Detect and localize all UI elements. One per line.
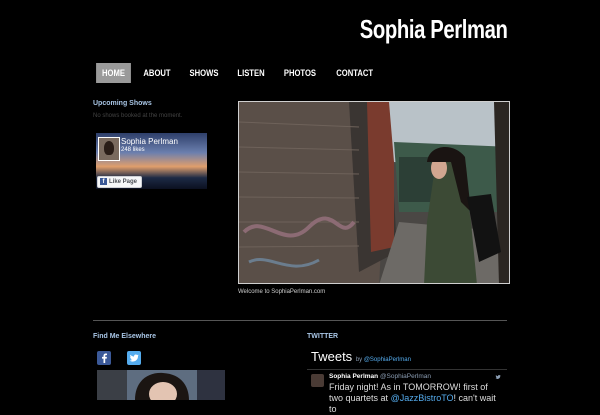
find-me-elsewhere-heading: Find Me Elsewhere — [93, 333, 157, 340]
facebook-avatar[interactable] — [98, 137, 120, 161]
tweets-widget-title: Tweets by @SophiaPerlman — [311, 349, 411, 364]
twitter-bird-icon[interactable] — [494, 373, 502, 381]
no-shows-text: No shows booked at the moment. — [93, 113, 183, 119]
tweets-by-handle[interactable]: @SophiaPerlman — [364, 357, 411, 363]
tweet-author-name[interactable]: Sophia Perlman — [329, 373, 378, 380]
hero-caption: Welcome to SophiaPerlman.com — [238, 289, 326, 295]
facebook-icon[interactable] — [97, 351, 111, 365]
hero-photo — [239, 102, 509, 283]
twitter-heading: TWITTER — [307, 333, 339, 340]
hero-image — [238, 101, 510, 284]
nav-listen[interactable]: LISTEN — [231, 63, 270, 83]
tweet-mention-link[interactable]: @JazzBistroTO — [391, 393, 454, 403]
facebook-page-widget[interactable]: Sophia Perlman 248 likes Like Page — [96, 133, 207, 189]
site-title[interactable]: Sophia Perlman — [359, 14, 507, 45]
main-nav: HOME ABOUT SHOWS LISTEN PHOTOS CONTACT — [93, 63, 383, 83]
tweet-text: Friday night! As in TOMORROW! first of t… — [329, 382, 503, 415]
section-divider — [93, 320, 507, 321]
tweets-by-label: by — [355, 357, 363, 363]
tweet-author[interactable]: Sophia Perlman @SophiaPerlman — [329, 373, 431, 380]
tweets-by: by @SophiaPerlman — [356, 357, 411, 363]
tweets-title-text: Tweets — [311, 349, 353, 364]
tweet-avatar[interactable] — [311, 374, 324, 387]
upcoming-shows: Upcoming Shows No shows booked at the mo… — [93, 100, 213, 119]
facebook-like-button[interactable]: Like Page — [97, 176, 143, 188]
tweet-author-handle[interactable]: @SophiaPerlman — [380, 373, 431, 380]
nav-home[interactable]: HOME — [96, 63, 131, 83]
elsewhere-photo[interactable] — [97, 370, 225, 400]
tweets-divider — [307, 369, 507, 370]
nav-about[interactable]: ABOUT — [137, 63, 176, 83]
twitter-icon[interactable] — [127, 351, 141, 365]
nav-shows[interactable]: SHOWS — [184, 63, 225, 83]
facebook-likes-count: 248 likes — [121, 147, 145, 153]
upcoming-shows-heading: Upcoming Shows — [93, 100, 152, 107]
facebook-page-name[interactable]: Sophia Perlman — [121, 137, 178, 146]
elsewhere-photo-image — [97, 370, 225, 400]
nav-contact[interactable]: CONTACT — [330, 63, 379, 83]
nav-photos[interactable]: PHOTOS — [278, 63, 322, 83]
